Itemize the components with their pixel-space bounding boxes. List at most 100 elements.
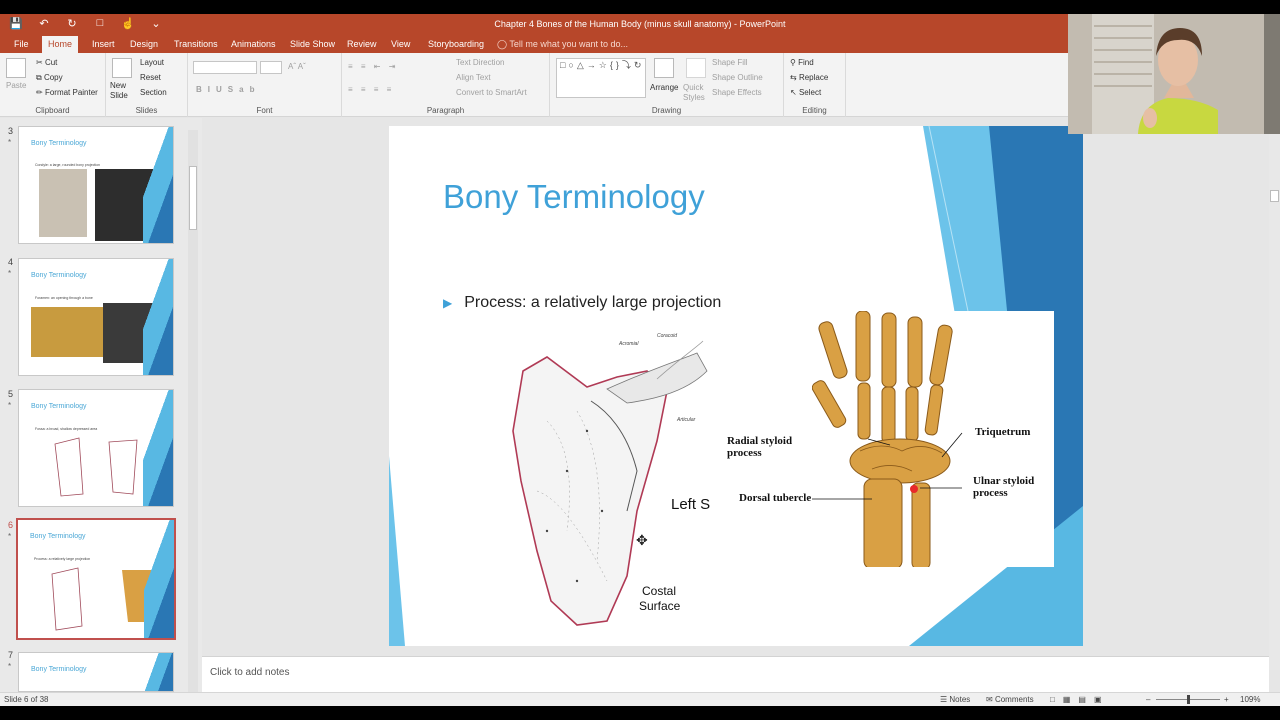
shape-effects-button[interactable]: Shape Effects <box>712 88 762 97</box>
slide-thumbnail-3[interactable]: Bony Terminology Condyle: a large, round… <box>18 126 174 244</box>
thumb-theme-shape <box>143 259 173 375</box>
tab-storyboarding[interactable]: Storyboarding <box>422 36 490 53</box>
font-name-input[interactable] <box>193 61 257 74</box>
font-size-input[interactable] <box>260 61 282 74</box>
cut-label: Cut <box>44 58 58 67</box>
animation-star-icon: * <box>8 532 12 541</box>
bullet-text: Process: a relatively large projection <box>464 294 722 311</box>
shapes-gallery[interactable]: □○△→☆{}⤵↻ <box>556 58 646 98</box>
tab-transitions[interactable]: Transitions <box>168 36 224 53</box>
slide-title[interactable]: Bony Terminology <box>443 178 705 216</box>
new-slide-icon[interactable] <box>112 58 132 78</box>
slide-thumbnail-5[interactable]: Bony Terminology Fossa: a broad, shallow… <box>18 389 174 507</box>
tell-me-box[interactable]: ◯ Tell me what you want to do... <box>497 36 628 53</box>
mandible-image <box>31 307 103 357</box>
quick-styles-icon[interactable] <box>686 58 706 78</box>
shape-fill-button[interactable]: Shape Fill <box>712 58 748 67</box>
convert-smartart-button[interactable]: Convert to SmartArt <box>456 88 527 97</box>
tab-slide-show[interactable]: Slide Show <box>284 36 341 53</box>
comment-icon: ✉ <box>986 695 995 704</box>
new-slide-button[interactable]: New Slide <box>110 81 136 101</box>
zoom-out-button[interactable]: – <box>1146 695 1150 704</box>
copy-label: Copy <box>43 73 63 82</box>
ulnar-styloid-highlight <box>910 485 918 493</box>
thumb-subtitle: Process: a relatively large projection <box>34 557 91 561</box>
copy-button[interactable]: ⧉ Copy <box>36 73 63 83</box>
replace-button[interactable]: ⇆ Replace <box>790 73 828 82</box>
slides-group: New Slide Layout Reset Section Slides <box>106 53 188 117</box>
slide-thumbnail-6[interactable]: Bony Terminology Process: a relatively l… <box>16 518 176 640</box>
animation-star-icon: * <box>8 269 12 278</box>
arrange-icon[interactable] <box>654 58 674 78</box>
paragraph-label: Paragraph <box>426 106 465 115</box>
notes-pane[interactable]: Click to add notes <box>202 656 1269 692</box>
layout-button[interactable]: Layout <box>140 58 164 67</box>
grow-font-icon[interactable]: Aˆ Aˇ <box>288 62 306 71</box>
cut-button[interactable]: ✂ Cut <box>36 58 57 67</box>
drawing-label: Drawing <box>651 106 682 115</box>
align-text-button[interactable]: Align Text <box>456 73 491 82</box>
scapula-articular-label: Articular <box>676 417 696 423</box>
tab-animations[interactable]: Animations <box>225 36 282 53</box>
cut-icon: ✂ <box>36 58 45 67</box>
brush-icon: ✏ <box>36 88 45 97</box>
scapula-coracoid-label: Coracoid <box>657 333 677 339</box>
zoom-level[interactable]: 109% <box>1240 695 1260 704</box>
slide-counter: Slide 6 of 38 <box>4 695 49 704</box>
notes-button[interactable]: ☰ Notes <box>940 695 970 704</box>
current-slide[interactable]: Bony Terminology ▶ Process: a relatively … <box>389 126 1083 646</box>
align-icons[interactable]: ≡ ≡ ≡ ≡ <box>348 85 394 94</box>
webcam-video <box>1068 14 1280 134</box>
slide-scrollbar[interactable] <box>1269 118 1280 670</box>
thumb-title: Bony Terminology <box>31 140 87 147</box>
section-button[interactable]: Section <box>140 88 167 97</box>
thumb-theme-shape <box>143 390 173 506</box>
tab-home[interactable]: Home <box>42 36 79 53</box>
bullet-arrow-icon: ▶ <box>443 296 453 310</box>
animation-star-icon: * <box>8 662 12 671</box>
costal-label: Costal <box>642 584 677 598</box>
slide-bullet[interactable]: ▶ Process: a relatively large projection <box>443 294 721 312</box>
select-button[interactable]: ↖ Select <box>790 88 821 97</box>
slide-scrollbar-thumb[interactable] <box>1270 190 1279 202</box>
find-icon: ⚲ <box>790 58 799 67</box>
replace-icon: ⇆ <box>790 73 799 82</box>
thumb-title: Bony Terminology <box>31 272 87 279</box>
thumbnail-scrollbar[interactable] <box>188 130 198 702</box>
text-direction-button[interactable]: Text Direction <box>456 58 504 67</box>
quick-styles-button[interactable]: Quick Styles <box>683 83 707 103</box>
find-label: Find <box>798 58 814 67</box>
thumb-subtitle: Condyle: a large, rounded bony projectio… <box>35 163 100 167</box>
tell-me-text: Tell me what you want to do... <box>509 39 628 49</box>
tab-insert[interactable]: Insert <box>86 36 121 53</box>
status-bar: Slide 6 of 38 ☰ Notes ✉ Comments □▦▤▣ – … <box>0 692 1280 706</box>
surface-label: Surface <box>639 599 681 613</box>
slides-label: Slides <box>135 106 158 115</box>
paste-icon[interactable] <box>6 58 26 78</box>
list-icons[interactable]: ≡ ≡ ⇤ ⇥ <box>348 62 398 71</box>
reset-button[interactable]: Reset <box>140 73 161 82</box>
zoom-slider-knob[interactable] <box>1187 695 1190 704</box>
tab-review[interactable]: Review <box>341 36 383 53</box>
comments-label: Comments <box>994 695 1034 704</box>
tab-view[interactable]: View <box>385 36 416 53</box>
tab-design[interactable]: Design <box>124 36 164 53</box>
arrange-button[interactable]: Arrange <box>650 83 678 92</box>
thumb-title: Bony Terminology <box>31 666 87 673</box>
slide-thumbnail-7[interactable]: Bony Terminology <box>18 652 174 692</box>
view-buttons[interactable]: □▦▤▣ <box>1050 695 1110 704</box>
scapula-thumb-drawing <box>54 437 138 497</box>
tab-file[interactable]: File <box>8 36 35 53</box>
font-format-icons[interactable]: BIUSab <box>196 85 260 94</box>
slide-thumbnail-4[interactable]: Bony Terminology Foramen: an opening thr… <box>18 258 174 376</box>
thumb-number: 6 <box>8 520 14 530</box>
find-button[interactable]: ⚲ Find <box>790 58 814 67</box>
dorsal-tubercle-label: Dorsal tubercle <box>739 492 812 504</box>
scrollbar-thumb[interactable] <box>189 166 197 230</box>
comments-button[interactable]: ✉ Comments <box>986 695 1034 704</box>
animation-star-icon: * <box>8 138 12 147</box>
paste-button[interactable]: Paste <box>6 81 26 90</box>
shape-outline-button[interactable]: Shape Outline <box>712 73 763 82</box>
format-painter-button[interactable]: ✏ Format Painter <box>36 88 98 97</box>
zoom-in-button[interactable]: + <box>1224 695 1229 704</box>
